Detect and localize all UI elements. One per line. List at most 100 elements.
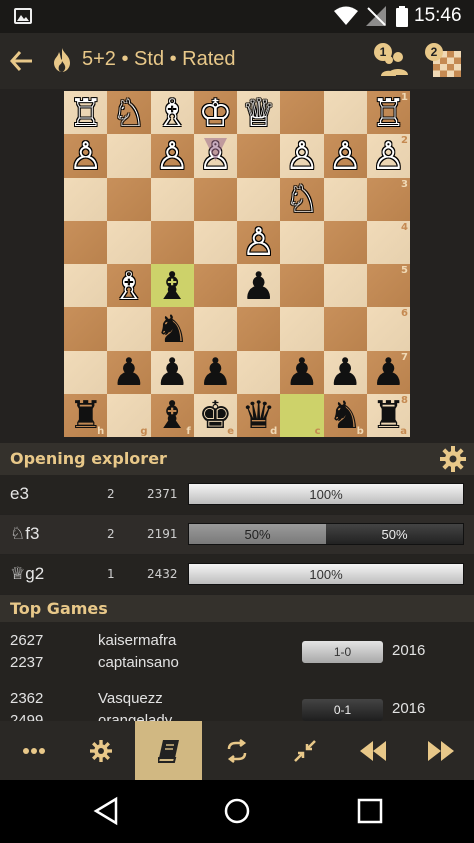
- board-square[interactable]: ♙: [323, 134, 367, 178]
- board-square[interactable]: [323, 177, 367, 221]
- chess-piece[interactable]: ♞: [151, 307, 194, 350]
- chess-piece[interactable]: ♟: [280, 351, 323, 394]
- board-square[interactable]: [193, 264, 237, 308]
- board-square[interactable]: ♟: [193, 350, 237, 394]
- chess-piece[interactable]: ♖: [64, 91, 107, 134]
- board-square[interactable]: [237, 350, 281, 394]
- board-square[interactable]: ♙: [237, 220, 281, 264]
- board-square[interactable]: 3: [366, 177, 410, 221]
- nav-recents-icon[interactable]: [355, 796, 385, 826]
- board-square[interactable]: [280, 307, 324, 351]
- board-square[interactable]: ♚ e: [193, 393, 237, 437]
- board-square[interactable]: ♖: [64, 91, 108, 135]
- explorer-move-row[interactable]: ♕g2 1 2432 100%: [0, 555, 474, 594]
- board-square[interactable]: [193, 220, 237, 264]
- board-square[interactable]: [107, 134, 151, 178]
- board-square[interactable]: [193, 307, 237, 351]
- chess-piece[interactable]: ♟: [237, 264, 280, 307]
- top-game-row[interactable]: 2362 2499 Vasquezz orangelady 0-1 2016: [0, 680, 474, 721]
- chess-piece[interactable]: ♙: [280, 134, 323, 177]
- board-square[interactable]: ♟: [280, 350, 324, 394]
- board-square[interactable]: [237, 177, 281, 221]
- board-square[interactable]: ♔: [193, 91, 237, 135]
- board-square[interactable]: [323, 220, 367, 264]
- board-square[interactable]: ♛ d: [237, 393, 281, 437]
- board-square[interactable]: [323, 91, 367, 135]
- board-square[interactable]: ♗: [150, 91, 194, 135]
- explorer-book-button[interactable]: [135, 721, 202, 780]
- board-square[interactable]: ♙: [64, 134, 108, 178]
- board-square[interactable]: ♙: [280, 134, 324, 178]
- board-square[interactable]: ♟ 7: [366, 350, 410, 394]
- board-square[interactable]: ♙: [150, 134, 194, 178]
- board-square[interactable]: [193, 177, 237, 221]
- step-forward-button[interactable]: [407, 721, 474, 780]
- board-square[interactable]: 5: [366, 264, 410, 308]
- compress-button[interactable]: [271, 721, 338, 780]
- board-square[interactable]: [107, 220, 151, 264]
- board-square[interactable]: ♙: [193, 134, 237, 178]
- chess-piece[interactable]: ♙: [324, 134, 367, 177]
- chess-piece[interactable]: ♗: [151, 91, 194, 134]
- back-arrow-icon[interactable]: [10, 51, 34, 71]
- top-game-row[interactable]: 2627 2237 kaisermafra captainsano 1-0 2016: [0, 622, 474, 680]
- board-square[interactable]: [64, 264, 108, 308]
- explorer-move-row[interactable]: e3 2 2371 100%: [0, 475, 474, 514]
- board-square[interactable]: 6: [366, 307, 410, 351]
- step-backward-button[interactable]: [339, 721, 406, 780]
- board-square[interactable]: [64, 220, 108, 264]
- board-square[interactable]: ♘: [280, 177, 324, 221]
- chess-piece[interactable]: ♙: [237, 221, 280, 264]
- chess-board[interactable]: ♖♘♗♔♕♖1♙♙♙♙♙♙2♘3♙4♗♝♟5♞6♟♟♟♟♟♟7♜hg♝f♚e♛d…: [64, 91, 410, 437]
- chess-piece[interactable]: ♘: [107, 91, 150, 134]
- board-square[interactable]: ♞: [150, 307, 194, 351]
- chess-piece[interactable]: ♙: [151, 134, 194, 177]
- board-square[interactable]: [64, 177, 108, 221]
- board-square[interactable]: ♟: [323, 350, 367, 394]
- board-square[interactable]: ♟: [237, 264, 281, 308]
- board-square[interactable]: [237, 134, 281, 178]
- chess-piece[interactable]: ♟: [324, 351, 367, 394]
- chess-piece[interactable]: ♙: [64, 134, 107, 177]
- nav-home-icon[interactable]: [222, 796, 252, 826]
- board-square[interactable]: [64, 307, 108, 351]
- chess-piece[interactable]: ♝: [151, 264, 194, 307]
- board-square[interactable]: [107, 177, 151, 221]
- board-square[interactable]: ♟: [150, 350, 194, 394]
- settings-button[interactable]: [67, 721, 134, 780]
- board-square[interactable]: ♜ 8 a: [366, 393, 410, 437]
- board-square[interactable]: ♖ 1: [366, 91, 410, 135]
- chess-piece[interactable]: ♟: [151, 351, 194, 394]
- board-square[interactable]: ♞ b: [323, 393, 367, 437]
- players-button[interactable]: 1: [374, 43, 414, 79]
- chess-piece[interactable]: ♟: [107, 351, 150, 394]
- chess-piece[interactable]: ♕: [237, 91, 280, 134]
- board-square[interactable]: [237, 307, 281, 351]
- board-square[interactable]: [150, 220, 194, 264]
- board-square[interactable]: [64, 350, 108, 394]
- board-square[interactable]: ♕: [237, 91, 281, 135]
- board-square[interactable]: [280, 220, 324, 264]
- board-square[interactable]: ♟: [107, 350, 151, 394]
- board-square[interactable]: ♝: [150, 264, 194, 308]
- chess-piece[interactable]: ♔: [194, 91, 237, 134]
- explorer-move-row[interactable]: ♘f3 2 2191 50% 50%: [0, 515, 474, 554]
- more-button[interactable]: [0, 721, 67, 780]
- board-square[interactable]: ♝ f: [150, 393, 194, 437]
- board-square[interactable]: [280, 264, 324, 308]
- chess-piece[interactable]: ♟: [194, 351, 237, 394]
- board-square[interactable]: [280, 91, 324, 135]
- board-square[interactable]: ♘: [107, 91, 151, 135]
- gear-icon[interactable]: [440, 446, 466, 472]
- board-square[interactable]: ♜ h: [64, 393, 108, 437]
- nav-back-icon[interactable]: [92, 796, 122, 826]
- board-square[interactable]: 4: [366, 220, 410, 264]
- boards-button[interactable]: 2: [425, 43, 465, 79]
- board-square[interactable]: [323, 307, 367, 351]
- board-square[interactable]: ♙ 2: [366, 134, 410, 178]
- board-square[interactable]: [150, 177, 194, 221]
- board-square[interactable]: c: [280, 393, 324, 437]
- chess-piece[interactable]: ♗: [107, 264, 150, 307]
- board-square[interactable]: g: [107, 393, 151, 437]
- board-square[interactable]: ♗: [107, 264, 151, 308]
